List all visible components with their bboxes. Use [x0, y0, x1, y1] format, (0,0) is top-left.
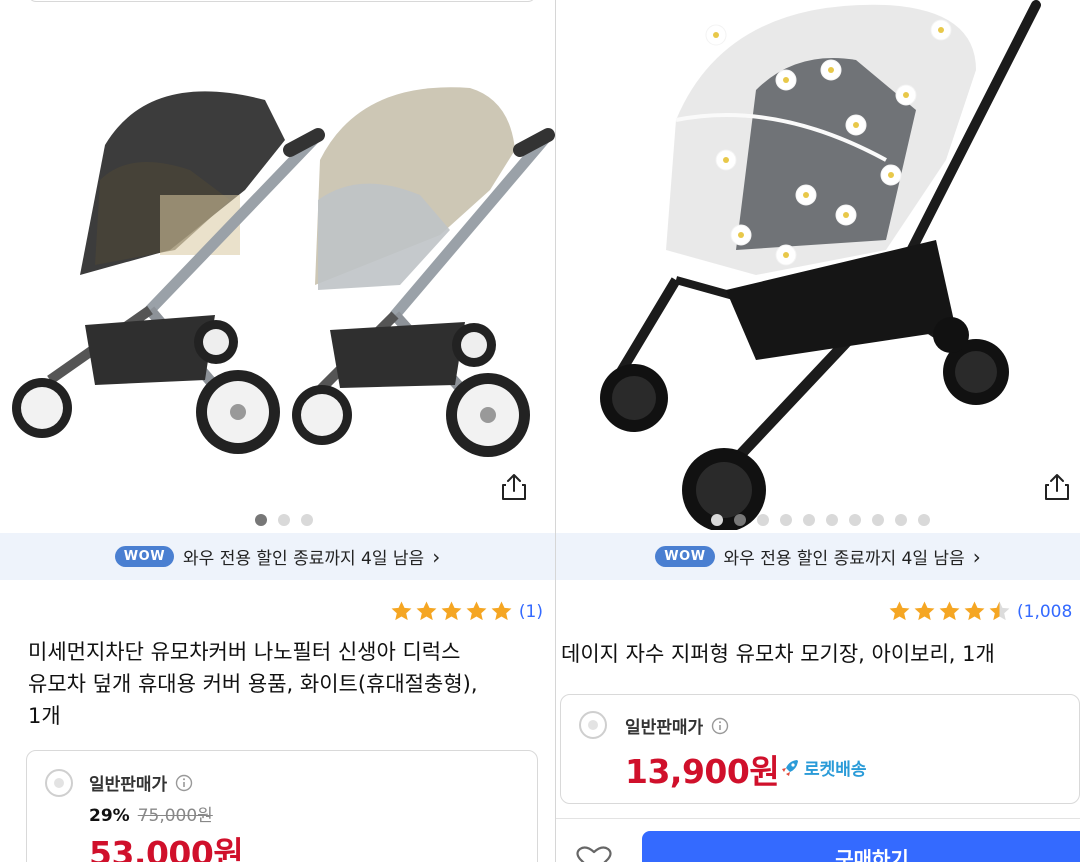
wow-discount-text: 와우 전용 할인 종료까지 4일 남음 — [183, 549, 425, 569]
star-icon — [466, 601, 487, 621]
info-circle-icon[interactable] — [175, 774, 193, 792]
sale-price: 53,000원 — [89, 834, 244, 862]
product-title[interactable]: 미세먼지차단 유모차커버 나노필터 신생아 디럭스 유모차 덮개 휴대용 커버 … — [28, 636, 548, 732]
product-image-left[interactable] — [0, 0, 555, 530]
wow-badge: WOW — [114, 546, 175, 567]
info-circle-icon[interactable] — [711, 717, 729, 735]
original-price: 75,000원 — [137, 806, 213, 826]
discount-row: 29% 75,000원 — [89, 801, 213, 826]
price-option-radio[interactable] — [579, 711, 607, 739]
carousel-dot[interactable] — [301, 514, 313, 526]
carousel-dot[interactable] — [734, 514, 746, 526]
buy-now-button[interactable]: 구매하기 — [642, 831, 1080, 862]
wow-discount-banner[interactable]: WOW 와우 전용 할인 종료까지 4일 남음 › — [0, 533, 555, 580]
carousel-dot[interactable] — [255, 514, 267, 526]
price-option-box[interactable]: 일반판매가 13,900원 로켓배송 — [560, 694, 1080, 804]
star-icon — [416, 601, 437, 621]
carousel-dot[interactable] — [780, 514, 792, 526]
stroller-image-illustration — [12, 87, 555, 457]
star-icon — [939, 601, 960, 621]
rocket-icon — [782, 759, 798, 776]
carousel-dot[interactable] — [826, 514, 838, 526]
star-icon — [441, 601, 462, 621]
carousel-dot[interactable] — [278, 514, 290, 526]
product-title-line: 1개 — [28, 704, 61, 728]
stroller-mosquito-net-image-illustration — [600, 0, 1041, 530]
carousel-dot[interactable] — [918, 514, 930, 526]
wow-discount-text: 와우 전용 할인 종료까지 4일 남음 — [723, 549, 965, 569]
product-title-line: 유모차 덮개 휴대용 커버 용품, 화이트(휴대절충형), — [28, 672, 478, 696]
seller-price-label: 일반판매가 — [625, 713, 729, 738]
review-count[interactable]: (1,008 — [1017, 602, 1072, 622]
stroller-beige-canopy — [292, 87, 555, 457]
product-title[interactable]: 데이지 자수 지퍼형 유모차 모기장, 아이보리, 1개 — [561, 638, 1080, 670]
star-icon — [914, 601, 935, 621]
heart-outline-icon[interactable] — [574, 845, 614, 862]
carousel-dot[interactable] — [803, 514, 815, 526]
price-option-radio[interactable] — [45, 769, 73, 797]
star-icon — [889, 601, 910, 621]
rating-stars — [390, 600, 513, 623]
purchase-bar: 구매하기 — [556, 818, 1080, 862]
product-rating[interactable]: (1,008 — [888, 600, 1072, 623]
chevron-right-icon: › — [432, 544, 441, 569]
sale-price: 13,900원 — [625, 752, 780, 791]
rocket-delivery-label: 로켓배송 — [804, 760, 867, 780]
wow-badge: WOW — [655, 546, 715, 567]
carousel-dot[interactable] — [872, 514, 884, 526]
star-icon — [491, 601, 512, 621]
carousel-dot[interactable] — [849, 514, 861, 526]
wow-discount-banner[interactable]: WOW 와우 전용 할인 종료까지 4일 남음 › — [556, 533, 1080, 580]
stroller-black-canopy — [12, 91, 325, 454]
star-icon — [964, 601, 985, 621]
product-rating[interactable]: (1) — [390, 600, 543, 623]
rating-stars — [888, 600, 1011, 623]
product-card-left: WOW 와우 전용 할인 종료까지 4일 남음 › (1) 미세먼지차단 유모차… — [0, 0, 555, 862]
share-icon[interactable] — [499, 472, 529, 502]
discount-rate: 29% — [89, 806, 130, 826]
product-image-right[interactable] — [556, 0, 1080, 530]
star-icon — [989, 601, 1010, 621]
seller-price-label-text: 일반판매가 — [625, 718, 704, 738]
carousel-dot[interactable] — [711, 514, 723, 526]
review-count[interactable]: (1) — [519, 602, 543, 622]
carousel-dot[interactable] — [757, 514, 769, 526]
star-icon — [391, 601, 412, 621]
product-title-line: 미세먼지차단 유모차커버 나노필터 신생아 디럭스 — [28, 640, 461, 664]
product-card-right: WOW 와우 전용 할인 종료까지 4일 남음 › (1,008 데이지 자수 … — [556, 0, 1080, 862]
seller-price-label: 일반판매가 — [89, 770, 193, 795]
image-carousel-dots[interactable] — [255, 514, 313, 526]
chevron-right-icon: › — [972, 544, 981, 569]
carousel-dot[interactable] — [895, 514, 907, 526]
rocket-delivery-badge: 로켓배송 — [779, 755, 867, 780]
seller-price-label-text: 일반판매가 — [89, 775, 168, 795]
share-icon[interactable] — [1042, 472, 1072, 502]
image-carousel-dots[interactable] — [711, 514, 930, 526]
stroller-with-daisy-net — [600, 0, 1041, 530]
price-option-box[interactable]: 일반판매가 29% 75,000원 53,000원 — [26, 750, 538, 862]
